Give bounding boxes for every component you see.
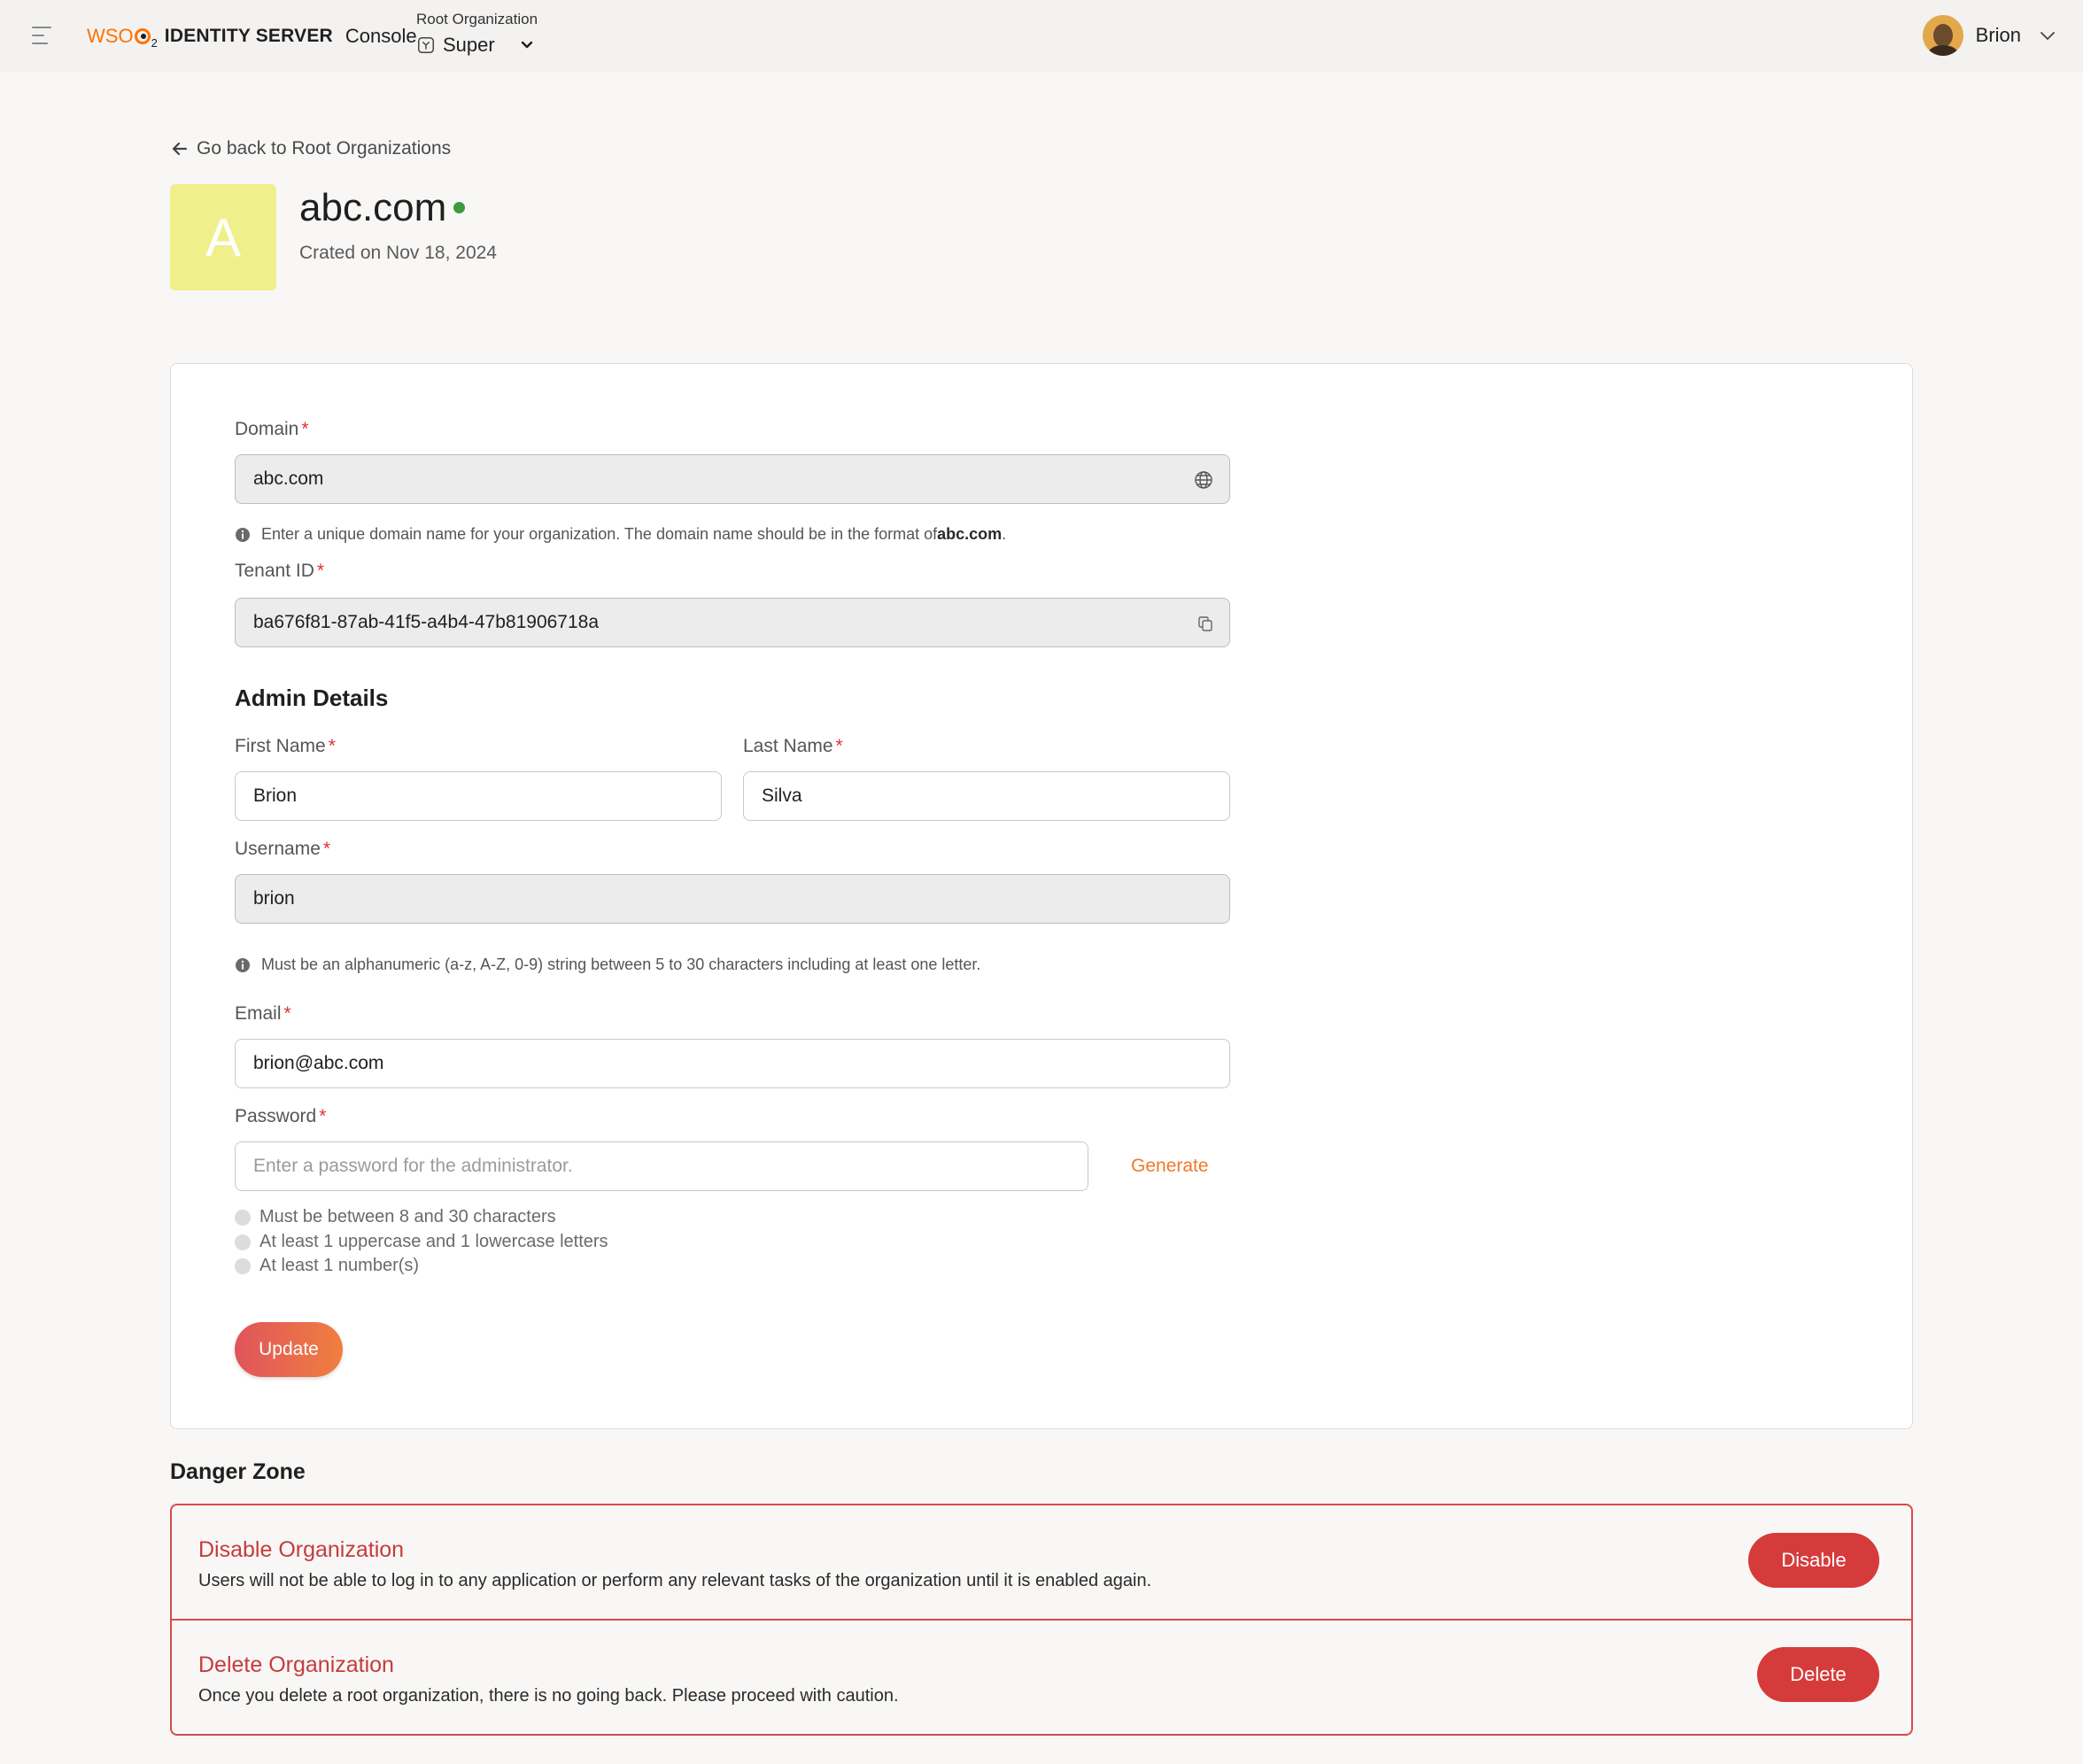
domain-hint-text: Enter a unique domain name for your orga…: [261, 525, 938, 543]
last-name-label: Last Name *: [743, 736, 843, 757]
password-rule: Must be between 8 and 30 characters: [235, 1207, 556, 1227]
logo-ring-icon: [134, 28, 151, 44]
tenant-id-label: Tenant ID *: [235, 561, 324, 582]
password-field[interactable]: [235, 1141, 1088, 1191]
organization-switcher[interactable]: Root Organization Super: [416, 11, 538, 57]
organization-details-card: Domain * abc.com Enter a unique domain na…: [170, 363, 1913, 1429]
required-asterisk: *: [328, 736, 336, 756]
admin-details-heading: Admin Details: [235, 685, 389, 711]
info-icon: [236, 527, 250, 542]
last-name-field[interactable]: [743, 771, 1230, 821]
password-rule-text: Must be between 8 and 30 characters: [259, 1207, 556, 1226]
password-label: Password *: [235, 1106, 326, 1127]
email-field[interactable]: [235, 1039, 1230, 1088]
username-label: Username *: [235, 839, 330, 860]
username-value: brion: [253, 888, 295, 909]
username-hint: Must be an alphanumeric (a-z, A-Z, 0-9) …: [235, 956, 980, 974]
arrow-left-icon: [172, 142, 188, 156]
danger-zone-heading: Danger Zone: [170, 1459, 306, 1484]
user-name: Brion: [1975, 24, 2021, 46]
danger-zone: Disable Organization Users will not be a…: [170, 1504, 1913, 1736]
org-switcher-value: Super: [443, 34, 495, 56]
org-switcher-dropdown[interactable]: Super: [416, 34, 538, 57]
email-input[interactable]: [253, 1053, 1212, 1074]
product-logo[interactable]: WSO 2 IDENTITY SERVER Console: [87, 21, 417, 51]
console-label: Console: [345, 25, 417, 47]
first-name-label: First Name *: [235, 736, 336, 757]
generate-password-link[interactable]: Generate: [1131, 1156, 1209, 1177]
first-name-field[interactable]: [235, 771, 722, 821]
logo-brand-sub: 2: [151, 36, 158, 50]
chevron-down-icon: [2040, 32, 2055, 40]
domain-label-text: Domain: [235, 419, 299, 439]
required-asterisk: *: [301, 419, 309, 439]
tenant-id-label-text: Tenant ID: [235, 561, 314, 581]
info-icon: [236, 957, 250, 972]
required-asterisk: *: [322, 839, 331, 859]
organization-avatar: A: [170, 184, 276, 290]
logo-brand-text: WSO: [87, 25, 134, 47]
status-indicator: [453, 202, 466, 213]
email-label-text: Email: [235, 1003, 282, 1024]
required-asterisk: *: [835, 736, 843, 756]
delete-organization-title: Delete Organization: [198, 1652, 394, 1677]
password-rule: At least 1 uppercase and 1 lowercase let…: [235, 1232, 608, 1252]
globe-icon: [1195, 471, 1212, 489]
update-button[interactable]: Update: [235, 1322, 343, 1377]
required-asterisk: *: [283, 1003, 291, 1024]
tenant-id-field[interactable]: ba676f81-87ab-41f5-a4b4-47b81906718a: [235, 598, 1230, 647]
product-name: IDENTITY SERVER: [164, 26, 333, 46]
organization-icon: [418, 37, 434, 53]
required-asterisk: *: [319, 1106, 327, 1126]
domain-label: Domain *: [235, 419, 309, 440]
organization-title: abc.com: [299, 186, 466, 230]
password-input[interactable]: [253, 1156, 1070, 1177]
domain-field[interactable]: abc.com: [235, 454, 1230, 504]
chevron-down-icon: [521, 41, 532, 49]
password-label-text: Password: [235, 1106, 317, 1126]
last-name-label-text: Last Name: [743, 736, 833, 756]
disable-organization-row: Disable Organization Users will not be a…: [172, 1505, 1911, 1621]
delete-organization-description: Once you delete a root organization, the…: [198, 1686, 899, 1706]
organization-created-date: Crated on Nov 18, 2024: [299, 243, 497, 263]
rule-status-icon: [235, 1257, 251, 1274]
last-name-input[interactable]: [762, 785, 1212, 807]
password-rule: At least 1 number(s): [235, 1256, 419, 1276]
required-asterisk: *: [316, 561, 325, 581]
back-to-root-organizations-link[interactable]: Go back to Root Organizations: [170, 138, 451, 159]
hamburger-menu-icon[interactable]: [32, 27, 51, 44]
user-menu[interactable]: Brion: [1922, 14, 2056, 57]
rule-status-icon: [235, 1234, 251, 1250]
email-label: Email *: [235, 1003, 291, 1025]
wso2-logo: WSO 2: [87, 25, 158, 50]
disable-organization-title: Disable Organization: [198, 1537, 405, 1562]
password-rule-text: At least 1 number(s): [259, 1256, 420, 1275]
username-hint-text: Must be an alphanumeric (a-z, A-Z, 0-9) …: [261, 956, 981, 973]
domain-hint-suffix: .: [1002, 525, 1007, 543]
organization-name: abc.com: [299, 186, 447, 229]
first-name-input[interactable]: [253, 785, 703, 807]
top-bar: WSO 2 IDENTITY SERVER Console Root Organ…: [0, 0, 2083, 73]
password-rule-text: At least 1 uppercase and 1 lowercase let…: [259, 1232, 608, 1251]
back-link-label: Go back to Root Organizations: [197, 138, 452, 159]
disable-organization-description: Users will not be able to log in to any …: [198, 1571, 1152, 1590]
username-field[interactable]: brion: [235, 874, 1230, 924]
domain-hint-example: abc.com: [937, 525, 1003, 543]
username-label-text: Username: [235, 839, 321, 859]
user-avatar: [1922, 15, 1963, 56]
rule-status-icon: [235, 1209, 251, 1226]
delete-button[interactable]: Delete: [1757, 1647, 1879, 1702]
domain-value: abc.com: [253, 468, 324, 489]
org-switcher-label: Root Organization: [416, 11, 538, 27]
first-name-label-text: First Name: [235, 736, 326, 756]
delete-organization-row: Delete Organization Once you delete a ro…: [172, 1621, 1911, 1736]
tenant-id-value: ba676f81-87ab-41f5-a4b4-47b81906718a: [253, 612, 600, 632]
disable-button[interactable]: Disable: [1748, 1533, 1879, 1588]
domain-hint: Enter a unique domain name for your orga…: [235, 525, 1006, 544]
copy-icon[interactable]: [1197, 615, 1213, 631]
